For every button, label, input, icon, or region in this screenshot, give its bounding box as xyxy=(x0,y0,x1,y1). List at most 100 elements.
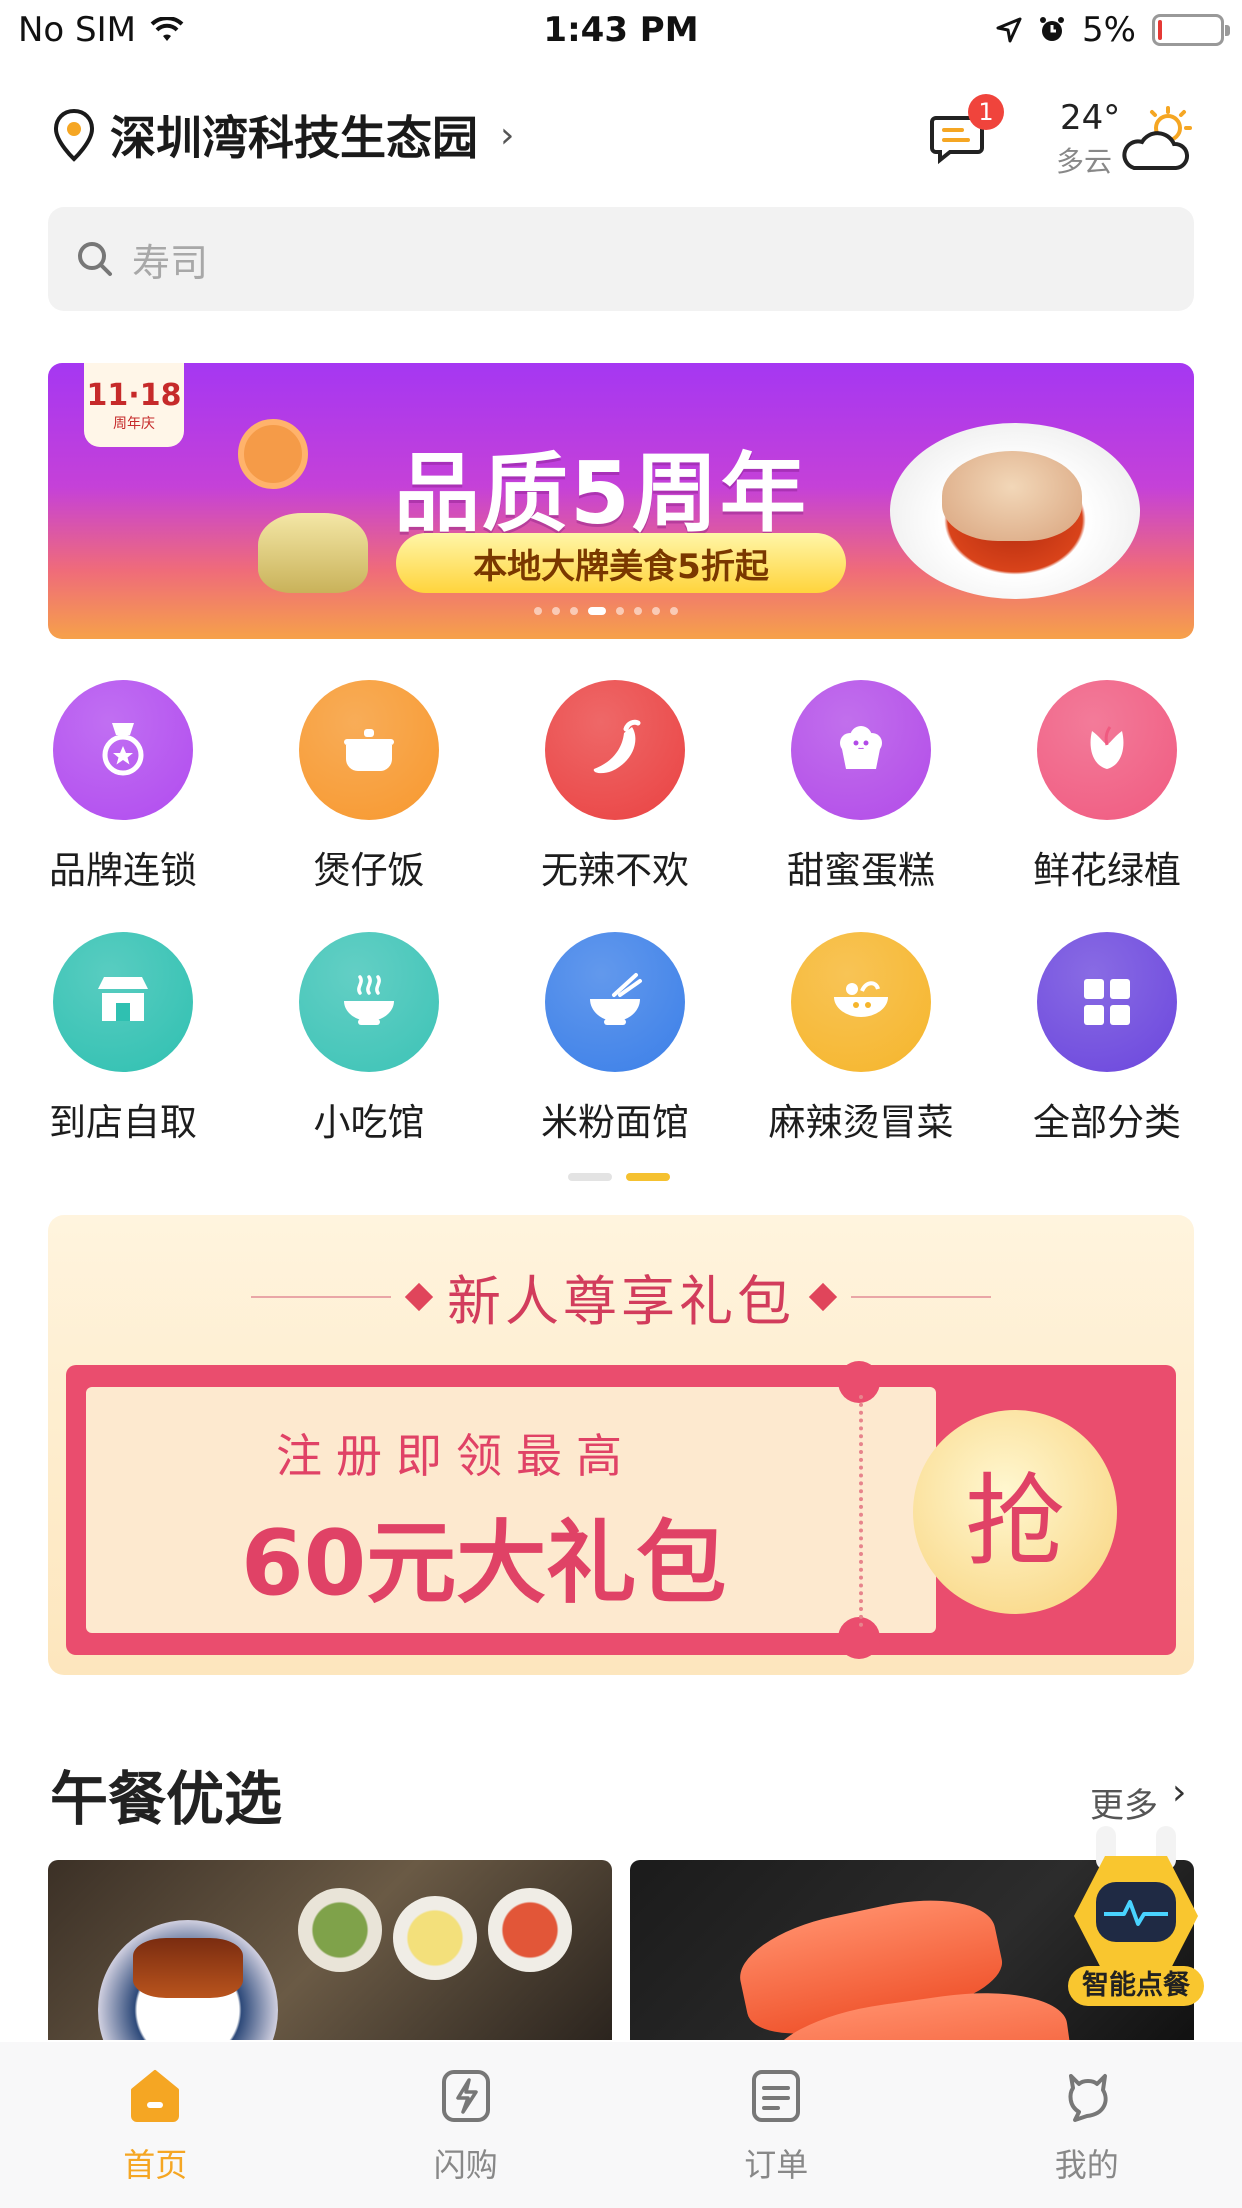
banner-title: 品质5周年 xyxy=(394,444,808,544)
dumpling-image xyxy=(258,513,368,593)
flower-icon xyxy=(1037,680,1177,820)
robot-face-icon xyxy=(1096,1882,1176,1942)
lunch-item-image[interactable] xyxy=(48,1860,612,2040)
store-icon xyxy=(53,932,193,1072)
noodle-bowl-icon xyxy=(545,932,685,1072)
category-label: 麻辣烫冒菜 xyxy=(768,1101,954,1144)
banner-logo: 11·18 周年庆 xyxy=(84,363,184,447)
tab-label: 闪购 xyxy=(433,2146,498,2184)
banner-subtitle: 本地大牌美食5折起 xyxy=(396,533,846,593)
category-item[interactable]: 到店自取 xyxy=(0,932,246,1146)
banner-dot xyxy=(552,607,560,615)
partly-cloudy-icon xyxy=(1122,106,1192,170)
heartbeat-icon xyxy=(1104,1900,1168,1926)
coupon-perforation xyxy=(859,1395,863,1627)
cake-icon xyxy=(791,680,931,820)
category-label: 到店自取 xyxy=(49,1101,197,1144)
divider xyxy=(851,1295,991,1298)
more-link[interactable]: 更多 xyxy=(1090,1778,1158,1827)
pot-icon xyxy=(299,680,439,820)
category-label: 鲜花绿植 xyxy=(1033,849,1181,892)
order-icon xyxy=(746,2066,806,2130)
message-badge: 1 xyxy=(968,94,1004,130)
profile-icon xyxy=(1057,2066,1117,2130)
status-bar: No SIM 1:43 PM 5% xyxy=(0,0,1242,62)
alarm-icon xyxy=(1040,17,1065,41)
eel-image xyxy=(133,1938,243,1998)
smart-order-robot[interactable]: 智能点餐 xyxy=(1066,1826,1206,2006)
banner-dot xyxy=(588,607,606,615)
category-label: 甜蜜蛋糕 xyxy=(787,849,935,892)
category-item[interactable]: 全部分类 xyxy=(984,932,1230,1146)
battery-icon xyxy=(1152,14,1230,46)
category-item[interactable]: 麻辣烫冒菜 xyxy=(738,932,984,1146)
category-item[interactable]: 煲仔饭 xyxy=(246,680,492,894)
pager-indicator xyxy=(568,1173,612,1181)
category-label: 小吃馆 xyxy=(313,1101,425,1144)
tab-label: 订单 xyxy=(744,2146,809,2184)
weather-temp: 24° xyxy=(1060,98,1121,138)
category-item[interactable]: 米粉面馆 xyxy=(492,932,738,1146)
category-label: 煲仔饭 xyxy=(313,849,425,892)
grab-button[interactable]: 抢 xyxy=(913,1410,1117,1614)
diamond-icon xyxy=(808,1282,838,1311)
banner-dot xyxy=(534,607,542,615)
category-label: 全部分类 xyxy=(1033,1101,1181,1144)
category-item[interactable]: 小吃馆 xyxy=(246,932,492,1146)
location-name: 深圳湾科技生态园 xyxy=(110,111,478,165)
banner-dot xyxy=(570,607,578,615)
new-user-promo[interactable]: 新人尊享礼包 注册即领最高 60元大礼包 抢 xyxy=(48,1215,1194,1675)
tab-label: 我的 xyxy=(1054,2146,1119,2184)
category-item[interactable]: 无辣不欢 xyxy=(492,680,738,894)
location-selector[interactable]: 深圳湾科技生态园 › xyxy=(52,102,514,168)
side-dish-image xyxy=(393,1896,477,1980)
tab-flash[interactable]: 闪购 xyxy=(311,2042,622,2208)
status-right: 5% xyxy=(996,10,1230,50)
coupon-card[interactable]: 注册即领最高 60元大礼包 抢 xyxy=(66,1361,1176,1659)
tab-home[interactable]: 首页 xyxy=(0,2042,311,2208)
category-item[interactable]: 品牌连锁 xyxy=(0,680,246,894)
coupon-subtitle: 注册即领最高 xyxy=(276,1429,636,1483)
banner-logo-text: 11·18 xyxy=(86,377,182,413)
banner-dots xyxy=(534,607,678,615)
category-label: 无辣不欢 xyxy=(541,849,689,892)
search-icon xyxy=(78,242,112,276)
tab-bar: 首页 闪购 订单 我的 xyxy=(0,2042,1242,2208)
banner-dot xyxy=(652,607,660,615)
category-label: 米粉面馆 xyxy=(541,1101,689,1144)
coupon-amount: 60元大礼包 xyxy=(241,1511,727,1616)
banner-dot xyxy=(670,607,678,615)
home-icon xyxy=(125,2066,185,2130)
promo-banner[interactable]: 11·18 周年庆 品质5周年 本地大牌美食5折起 xyxy=(48,363,1194,639)
chevron-right-icon: › xyxy=(1172,1772,1187,1813)
pager-indicator xyxy=(626,1173,670,1181)
category-label: 品牌连锁 xyxy=(49,849,197,892)
banner-dot xyxy=(634,607,642,615)
promo-title: 新人尊享礼包 xyxy=(447,1270,795,1333)
flash-icon xyxy=(436,2066,496,2130)
tab-profile[interactable]: 我的 xyxy=(932,2042,1242,2208)
banner-logo-subtext: 周年庆 xyxy=(113,415,155,432)
robot-label: 智能点餐 xyxy=(1068,1966,1204,2006)
location-pin-icon xyxy=(53,108,95,162)
banner-dot xyxy=(616,607,624,615)
side-dish-image xyxy=(488,1888,572,1972)
category-item[interactable]: 鲜花绿植 xyxy=(984,680,1230,894)
section-title: 午餐优选 xyxy=(50,1765,283,1833)
location-arrow-icon xyxy=(996,17,1022,43)
steaming-bowl-icon xyxy=(299,932,439,1072)
category-item[interactable]: 甜蜜蛋糕 xyxy=(738,680,984,894)
grid-icon xyxy=(1037,932,1177,1072)
side-dish-image xyxy=(298,1888,382,1972)
weather-desc: 多云 xyxy=(1056,145,1113,178)
diamond-icon xyxy=(404,1282,434,1311)
battery-level xyxy=(1158,20,1162,40)
divider xyxy=(251,1295,391,1298)
weather-widget[interactable]: 24° 多云 xyxy=(1056,98,1196,188)
dish-food-image xyxy=(942,451,1082,541)
promo-title-row: 新人尊享礼包 xyxy=(48,1257,1194,1336)
search-placeholder: 寿司 xyxy=(132,240,209,285)
search-bar[interactable]: 寿司 xyxy=(48,207,1194,311)
tab-order[interactable]: 订单 xyxy=(621,2042,932,2208)
category-pager xyxy=(568,1173,670,1181)
